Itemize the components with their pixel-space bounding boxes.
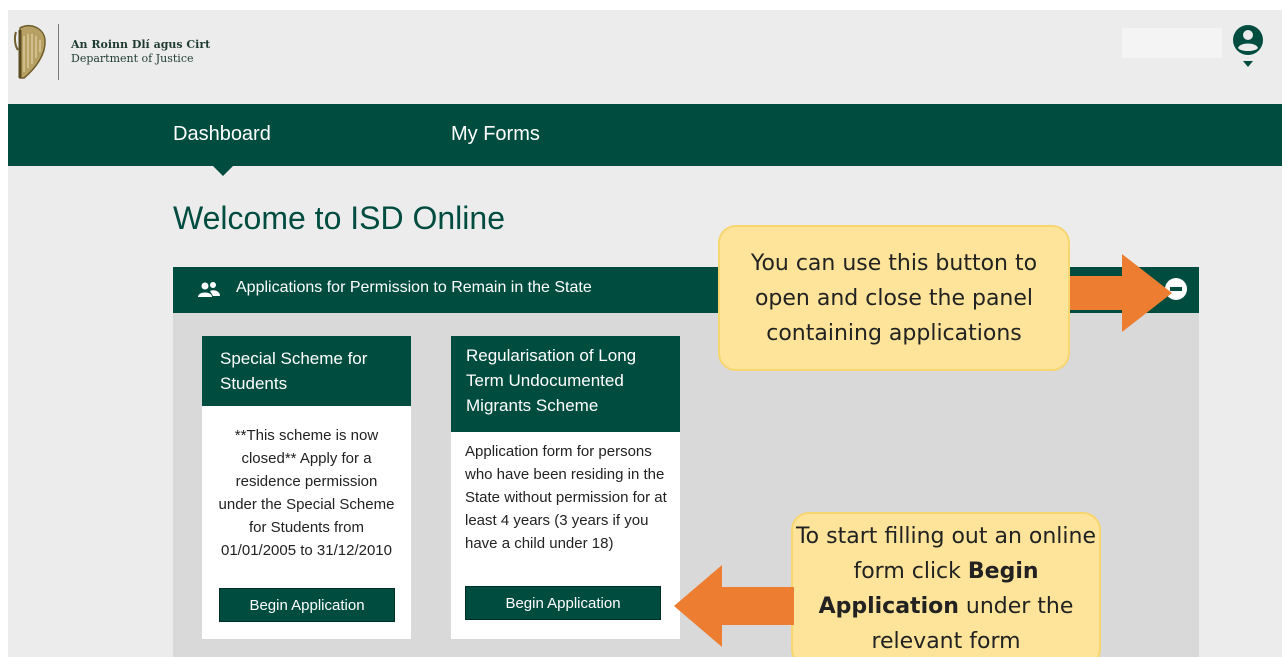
harp-icon [13, 24, 46, 79]
user-account-icon[interactable] [1230, 24, 1266, 70]
department-logo[interactable]: An Roinn Dlí agus Cirt Department of Jus… [12, 22, 210, 82]
begin-application-button[interactable]: Begin Application [465, 586, 661, 620]
logo-line-irish: An Roinn Dlí agus Cirt [71, 38, 211, 51]
card-description: **This scheme is now closed** Apply for … [218, 427, 395, 559]
callout-text-pre: To start filling out an online form clic… [795, 524, 1097, 584]
header: An Roinn Dlí agus Cirt Department of Jus… [8, 10, 1282, 104]
nav-item-my-forms[interactable]: My Forms [451, 123, 540, 146]
page-title: Welcome to ISD Online [173, 200, 505, 236]
group-icon [198, 282, 220, 297]
form-card-special-scheme: Special Scheme for Students **This schem… [202, 336, 411, 639]
card-title: Special Scheme for Students [202, 336, 411, 406]
panel-title: Applications for Permission to Remain in… [236, 279, 592, 296]
card-title: Regularisation of Long Term Undocumented… [451, 336, 680, 432]
arrow-left-icon [674, 565, 794, 647]
nav-item-dashboard[interactable]: Dashboard [173, 123, 271, 146]
begin-hint-callout: To start filling out an online form clic… [791, 512, 1101, 657]
toggle-hint-callout: You can use this button to open and clos… [718, 225, 1070, 371]
logo-divider [58, 24, 59, 80]
page: An Roinn Dlí agus Cirt Department of Jus… [8, 10, 1282, 657]
form-card-regularisation-scheme: Regularisation of Long Term Undocumented… [451, 336, 680, 639]
begin-application-button[interactable]: Begin Application [219, 588, 395, 622]
nav-active-indicator [212, 165, 234, 176]
arrow-right-icon [1070, 254, 1172, 332]
card-description: Application form for persons who have be… [465, 443, 667, 552]
header-blank-box [1122, 28, 1222, 58]
logo-text: An Roinn Dlí agus Cirt Department of Jus… [71, 38, 210, 66]
logo-line-english: Department of Justice [71, 52, 194, 65]
main-nav: Dashboard My Forms [8, 104, 1282, 166]
